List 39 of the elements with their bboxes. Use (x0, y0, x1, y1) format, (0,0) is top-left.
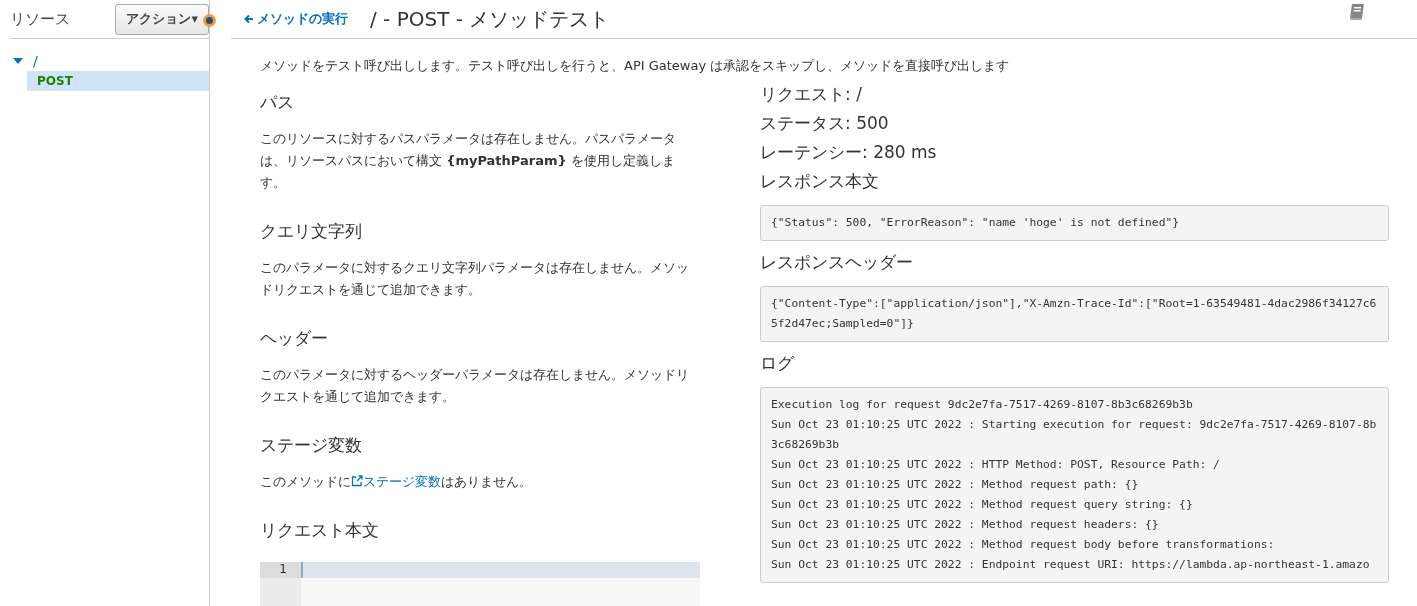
code-line: Sun Oct 23 01:10:25 UTC 2022 : Method request body before transformations: (771, 537, 1276, 553)
book-icon[interactable] (1347, 2, 1367, 22)
section-text: このメソッドに ステージ変数はありません。 (260, 473, 533, 491)
code-line: Sun Oct 23 01:10:25 UTC 2022 : Endpoint request URI: https://lambda.ap-northeast-1.amazo (771, 557, 1371, 573)
stage-variables-link[interactable]: ステージ変数 (351, 474, 441, 489)
section-heading: リクエスト本文 (260, 519, 380, 542)
code-line: {"Status": 500, "ErrorReason": "name 'hoge' is not defined"} (771, 215, 1181, 231)
latency-label: レーテンシー: 280 ms (760, 141, 938, 164)
code-line: Sun Oct 23 01:10:25 UTC 2022 : Starting execution for request: 9dc2e7fa-7517-4269-8107-8b3c68269b3b (771, 417, 1378, 453)
tree-item[interactable]: POST (27, 71, 209, 91)
caret-icon[interactable] (13, 58, 23, 64)
page-title: / - POST - メソッドテスト (370, 5, 610, 33)
section-heading: ステージ変数 (260, 434, 363, 457)
section-heading: レスポンスヘッダー (760, 251, 914, 274)
section-text: このリソースに対するパスパラメータは存在しません。パスパラメータは、リソースパスにおいて構文 {myPathParam} を使用し定義します。 (260, 130, 677, 192)
tree-item[interactable]: / (10, 51, 209, 71)
section-text: このパラメータに対するクエリ文字列パラメータは存在しません。メソッドリクエストを通じて追加できます。 (260, 259, 690, 299)
resources-title: リソース (10, 9, 70, 29)
line-number: 1 (260, 562, 301, 578)
request-label: リクエスト: / (760, 83, 863, 106)
code-line: Sun Oct 23 01:10:25 UTC 2022 : Method request headers: {} (771, 517, 1160, 533)
code-line: Sun Oct 23 01:10:25 UTC 2022 : Method request path: {} (771, 477, 1140, 493)
code-line: Execution log for request 9dc2e7fa-7517-4269-8107-8b3c68269b3b (771, 397, 1194, 413)
external-link-icon[interactable] (351, 475, 363, 487)
section-heading: ヘッダー (260, 327, 329, 350)
section-heading: レスポンス本文 (760, 170, 880, 193)
section-heading: パス (260, 91, 295, 114)
code-line: Sun Oct 23 01:10:25 UTC 2022 : Method request query string: {} (771, 497, 1194, 513)
actions-button[interactable]: アクション▾ (115, 3, 209, 35)
section-heading: クエリ文字列 (260, 220, 363, 243)
code-line: {"Content-Type":["application/json"],"X-Amzn-Trace-Id":["Root=1-63549481-4dac2986f34127c65f2d47ec;Sampled=0"]} (771, 296, 1378, 332)
code-line: Sun Oct 23 01:10:25 UTC 2022 : HTTP Method: POST, Resource Path: / (771, 457, 1221, 473)
left-arrow-icon[interactable] (244, 14, 254, 24)
code-editor[interactable]: 1 (260, 562, 700, 606)
intro-text: メソッドをテスト呼び出しします。テスト呼び出しを行うと、API Gateway は承認をスキップし、メソッドを直接呼び出します (260, 57, 1011, 75)
section-text: このパラメータに対するヘッダーパラメータは存在しません。メソッドリクエストを通じて追加できます。 (260, 366, 690, 406)
section-heading: ログ (760, 352, 795, 375)
status-label: ステータス: 500 (760, 112, 890, 135)
back-link[interactable]: メソッドの実行 (244, 10, 348, 28)
